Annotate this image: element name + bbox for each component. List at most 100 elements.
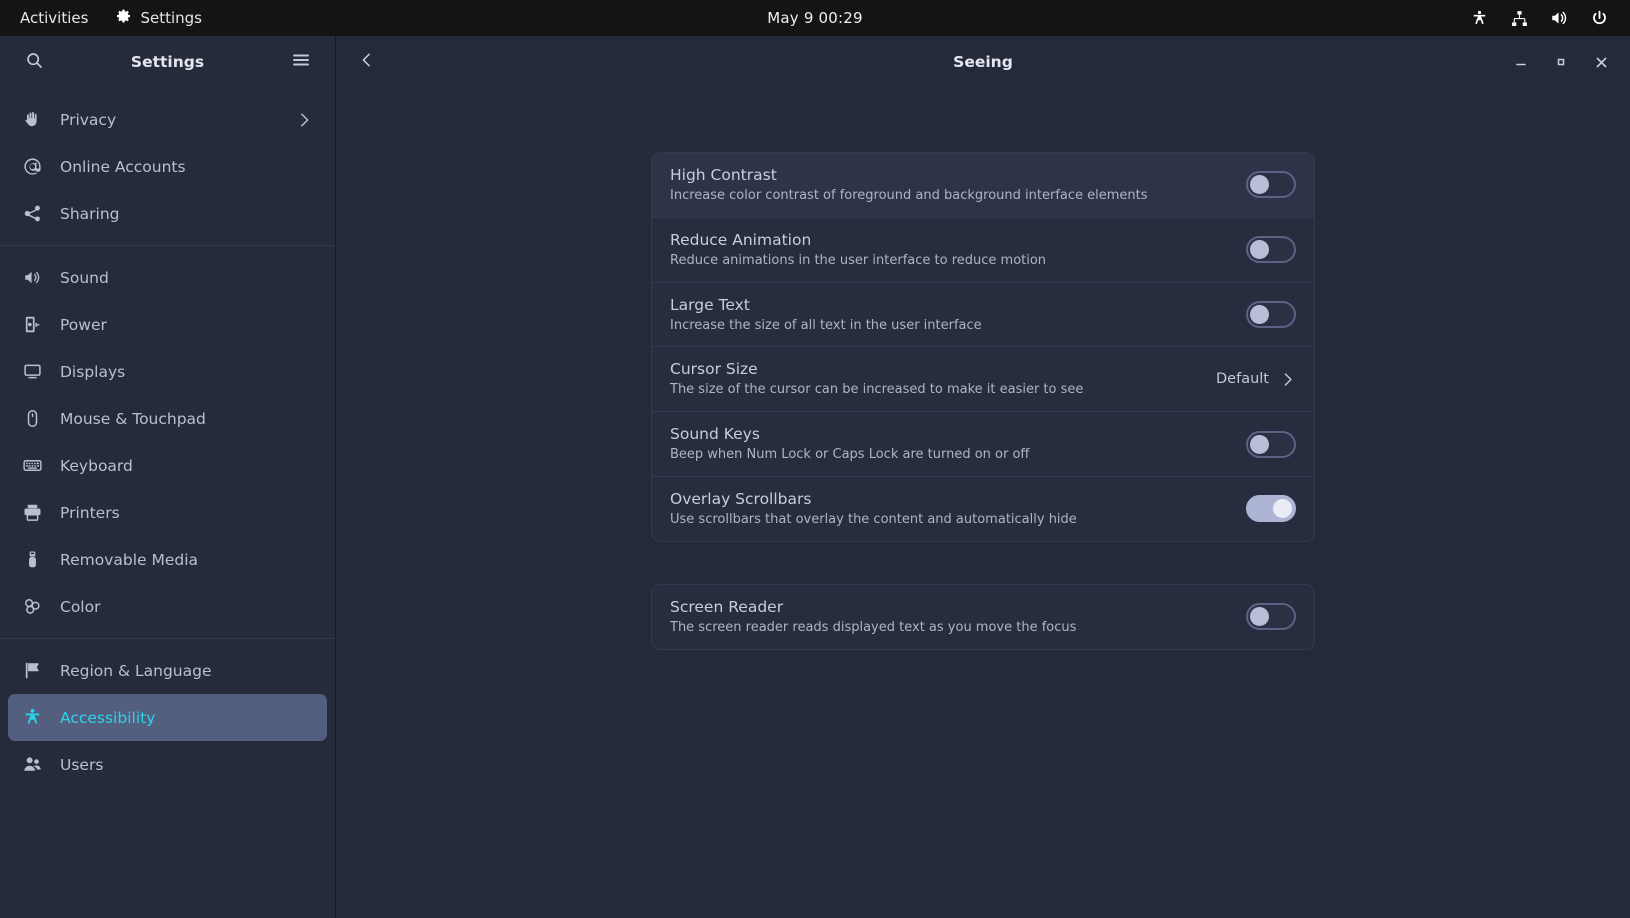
- power-icon[interactable]: [1582, 0, 1616, 36]
- setting-description: The size of the cursor can be increased …: [670, 382, 1084, 398]
- color-circles-icon: [22, 597, 42, 617]
- sidebar-item-label: Displays: [60, 362, 126, 381]
- hand-icon: [22, 110, 42, 130]
- maximize-button[interactable]: [1546, 47, 1576, 77]
- sidebar-item-removable-media[interactable]: Removable Media: [8, 536, 327, 583]
- sidebar-separator: [0, 638, 335, 639]
- accessibility-icon[interactable]: [1462, 0, 1496, 36]
- back-button[interactable]: [350, 45, 384, 79]
- clock-button[interactable]: May 9 00:29: [767, 9, 863, 27]
- settings-card: Screen Reader The screen reader reads dis…: [651, 583, 1315, 650]
- gear-icon: [116, 9, 131, 28]
- toggle-screen-reader[interactable]: [1246, 603, 1296, 631]
- setting-title: Overlay Scrollbars: [670, 490, 812, 509]
- sidebar-item-users[interactable]: Users: [8, 741, 327, 788]
- toggle-knob: [1250, 175, 1269, 195]
- sidebar-item-sound[interactable]: Sound: [8, 254, 327, 301]
- setting-control-area: [1246, 171, 1296, 199]
- printer-icon: [22, 503, 42, 523]
- keyboard-icon: [22, 456, 42, 476]
- toggle-high-contrast[interactable]: [1246, 171, 1296, 199]
- sidebar-item-power[interactable]: Power: [8, 301, 327, 348]
- setting-row-large-text[interactable]: Large Text Increase the size of all text …: [652, 281, 1314, 347]
- sidebar-item-label: Sound: [60, 268, 109, 287]
- setting-control-area: [1246, 301, 1296, 329]
- chevron-right-icon: [295, 111, 313, 129]
- main-panel: Seeing High Contrast Increase color contr…: [336, 36, 1630, 918]
- sidebar-item-accessibility[interactable]: Accessibility: [8, 694, 327, 741]
- app-menu-button[interactable]: Settings: [102, 0, 216, 36]
- sidebar-item-label: Accessibility: [60, 708, 156, 727]
- setting-description: Use scrollbars that overlay the content …: [670, 511, 1077, 527]
- toggle-knob: [1250, 434, 1269, 454]
- setting-title: Sound Keys: [670, 425, 760, 444]
- sidebar-item-displays[interactable]: Displays: [8, 348, 327, 395]
- sidebar-item-online-accounts[interactable]: Online Accounts: [8, 143, 327, 190]
- toggle-knob: [1250, 240, 1269, 260]
- setting-control-area: [1246, 430, 1296, 458]
- mouse-icon: [22, 409, 42, 429]
- setting-row-cursor-size[interactable]: Cursor Size The size of the cursor can be…: [652, 346, 1314, 411]
- minimize-button[interactable]: [1506, 47, 1536, 77]
- power-plug-icon: [22, 315, 42, 335]
- sidebar-item-label: Users: [60, 755, 104, 774]
- hamburger-menu-icon: [291, 50, 311, 74]
- sidebar-item-label: Removable Media: [60, 550, 199, 569]
- setting-title: High Contrast: [670, 166, 777, 184]
- toggle-knob: [1273, 499, 1292, 519]
- users-icon: [22, 755, 42, 775]
- setting-row-high-contrast[interactable]: High Contrast Increase color contrast of …: [652, 153, 1314, 217]
- network-icon[interactable]: [1502, 0, 1536, 36]
- sidebar-item-keyboard[interactable]: Keyboard: [8, 442, 327, 489]
- sidebar-item-mouse-touchpad[interactable]: Mouse & Touchpad: [8, 395, 327, 442]
- toggle-knob: [1250, 607, 1269, 627]
- setting-row-texts: Screen Reader The screen reader reads dis…: [670, 597, 1246, 637]
- sidebar-group: Privacy Online Accounts Sharing: [0, 96, 335, 237]
- setting-title: Screen Reader: [670, 597, 784, 616]
- activities-label: Activities: [20, 9, 89, 27]
- sidebar-nav-list: Privacy Online Accounts Sharing Sound Power D…: [0, 88, 335, 918]
- setting-control-area: [1246, 495, 1296, 523]
- sidebar-item-color[interactable]: Color: [8, 583, 327, 630]
- setting-row-reduce-animation[interactable]: Reduce Animation Reduce animations in the…: [652, 216, 1314, 282]
- hamburger-menu-button[interactable]: [285, 46, 317, 78]
- chevron-right-icon: [1279, 371, 1296, 388]
- setting-row-texts: Large Text Increase the size of all text …: [670, 295, 1246, 335]
- toggle-knob: [1250, 305, 1269, 325]
- at-sign-icon: [22, 157, 42, 177]
- toggle-large-text[interactable]: [1246, 301, 1296, 329]
- top-bar-center-group: May 9 00:29: [0, 0, 1630, 36]
- toggle-overlay-scrollbars[interactable]: [1246, 495, 1296, 523]
- toggle-reduce-animation[interactable]: [1246, 236, 1296, 264]
- app-menu-label: Settings: [140, 9, 202, 27]
- setting-row-texts: Reduce Animation Reduce animations in the…: [670, 230, 1246, 270]
- search-icon: [25, 51, 44, 74]
- setting-row-screen-reader[interactable]: Screen Reader The screen reader reads dis…: [652, 585, 1314, 649]
- activities-button[interactable]: Activities: [0, 0, 102, 36]
- setting-control-area: [1246, 603, 1296, 631]
- sidebar-item-region-language[interactable]: Region & Language: [8, 647, 327, 694]
- volume-icon[interactable]: [1542, 0, 1576, 36]
- sidebar-item-printers[interactable]: Printers: [8, 489, 327, 536]
- close-button[interactable]: [1586, 47, 1616, 77]
- toggle-sound-keys[interactable]: [1246, 430, 1296, 458]
- setting-row-sound-keys[interactable]: Sound Keys Beep when Num Lock or Caps Loc…: [652, 411, 1314, 476]
- top-bar-status-area[interactable]: [1462, 0, 1630, 36]
- sidebar-item-label: Online Accounts: [60, 157, 186, 176]
- usb-drive-icon: [22, 550, 42, 570]
- sidebar-separator: [0, 245, 335, 246]
- settings-card: High Contrast Increase color contrast of …: [651, 152, 1315, 542]
- window-controls: [1506, 47, 1616, 77]
- speaker-icon: [22, 268, 42, 288]
- page-title: Seeing: [953, 53, 1013, 71]
- setting-description: Increase color contrast of foreground an…: [670, 187, 1148, 203]
- monitor-icon: [22, 362, 42, 382]
- settings-content: High Contrast Increase color contrast of …: [336, 88, 1630, 918]
- sidebar-item-privacy[interactable]: Privacy: [8, 96, 327, 143]
- setting-title: Large Text: [670, 295, 750, 314]
- search-button[interactable]: [18, 46, 50, 78]
- setting-row-texts: Cursor Size The size of the cursor can be…: [670, 359, 1216, 399]
- setting-control-area: [1246, 236, 1296, 264]
- setting-row-overlay-scrollbars[interactable]: Overlay Scrollbars Use scrollbars that ov…: [652, 476, 1314, 541]
- sidebar-item-sharing[interactable]: Sharing: [8, 190, 327, 237]
